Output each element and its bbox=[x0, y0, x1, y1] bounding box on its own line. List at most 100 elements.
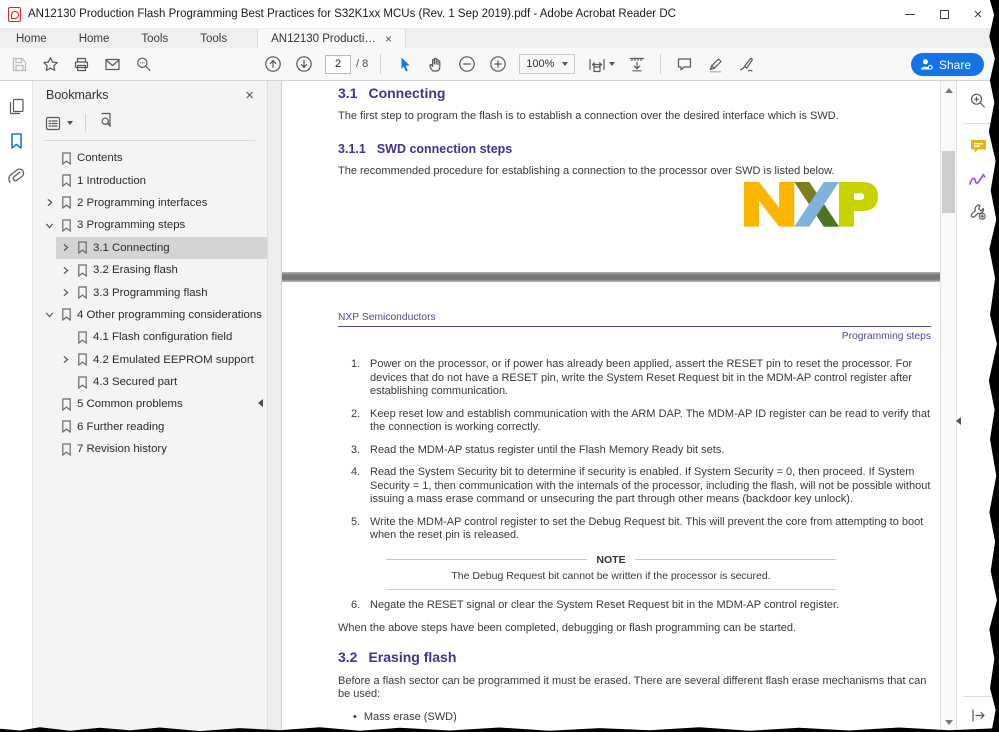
bookmark-item[interactable]: 3.2 Erasing flash bbox=[33, 259, 267, 281]
sign-tool-button[interactable] bbox=[731, 51, 762, 78]
bookmarks-panel-button[interactable] bbox=[5, 130, 27, 152]
bookmark-label: 3.3 Programming flash bbox=[93, 287, 208, 299]
bookmark-item[interactable]: 7 Revision history bbox=[33, 438, 267, 460]
bookmark-icon bbox=[8, 132, 25, 150]
scrollbar-thumb[interactable] bbox=[942, 151, 955, 213]
zoom-level-select[interactable]: 100% bbox=[519, 54, 575, 74]
next-page-button[interactable] bbox=[288, 51, 319, 78]
favorites-button[interactable] bbox=[35, 51, 66, 78]
search-button[interactable] bbox=[128, 51, 159, 78]
highlight-tool-button[interactable] bbox=[700, 51, 731, 78]
tab-document[interactable]: AN12130 Producti… × bbox=[257, 29, 406, 48]
numbered-step: 1.Power on the processor, or if power ha… bbox=[338, 358, 931, 399]
bookmark-icon bbox=[77, 331, 88, 344]
attachments-button[interactable] bbox=[5, 165, 27, 187]
comment-panel-button[interactable] bbox=[967, 135, 989, 157]
collapse-panel-arrow[interactable] bbox=[258, 399, 263, 407]
save-icon bbox=[11, 56, 28, 73]
zoom-out-button[interactable] bbox=[451, 51, 482, 78]
bookmarks-panel: Bookmarks × Contents1 Introduction2 Prog… bbox=[33, 81, 267, 732]
bookmark-item[interactable]: 4 Other programming considerations bbox=[33, 304, 267, 326]
section-heading-3-1: 3.1Connecting bbox=[338, 85, 931, 101]
numbered-step: 2.Keep reset low and establish communica… bbox=[338, 408, 931, 435]
bookmark-icon bbox=[61, 308, 72, 321]
tab-home-1[interactable]: Home bbox=[0, 29, 63, 48]
bookmark-item[interactable]: Contents bbox=[33, 147, 267, 169]
bookmark-item[interactable]: 3.1 Connecting bbox=[56, 237, 267, 259]
page-thumbnails-button[interactable] bbox=[5, 95, 27, 117]
bookmark-icon bbox=[77, 376, 88, 389]
comment-icon bbox=[676, 56, 693, 73]
bookmark-options-button[interactable] bbox=[45, 116, 73, 131]
bookmark-icon bbox=[61, 152, 72, 165]
select-tool-button[interactable] bbox=[389, 51, 420, 78]
chevron-right-icon[interactable] bbox=[61, 288, 70, 297]
hand-tool-button[interactable] bbox=[420, 51, 451, 78]
chevron-down-icon[interactable] bbox=[45, 221, 54, 230]
tab-tools-2[interactable]: Tools bbox=[184, 29, 243, 48]
bookmark-item[interactable]: 1 Introduction bbox=[33, 169, 267, 191]
chevron-down-icon[interactable] bbox=[45, 310, 54, 319]
comment-tool-button[interactable] bbox=[669, 51, 700, 78]
save-button[interactable] bbox=[4, 51, 35, 78]
print-button[interactable] bbox=[66, 51, 97, 78]
paperclip-icon bbox=[7, 167, 25, 185]
bookmark-item[interactable]: 3.3 Programming flash bbox=[33, 281, 267, 303]
step-text: Read the MDM-AP status register until th… bbox=[370, 444, 724, 458]
page-down-icon bbox=[295, 55, 313, 73]
paragraph: When the above steps have been completed… bbox=[338, 622, 931, 636]
main-area: Bookmarks × Contents1 Introduction2 Prog… bbox=[0, 81, 999, 732]
share-button[interactable]: Share bbox=[911, 53, 984, 76]
bookmark-item[interactable]: 2 Programming interfaces bbox=[33, 192, 267, 214]
right-rail-bottom bbox=[957, 696, 999, 726]
minimize-button[interactable] bbox=[893, 0, 927, 29]
vertical-scrollbar[interactable] bbox=[940, 81, 956, 732]
tab-close-icon[interactable]: × bbox=[385, 33, 392, 45]
chevron-right-icon[interactable] bbox=[61, 266, 70, 275]
chevron-right-icon[interactable] bbox=[61, 243, 70, 252]
zoom-in-button[interactable] bbox=[482, 51, 513, 78]
maximize-button[interactable] bbox=[927, 0, 961, 29]
bookmarks-close-button[interactable]: × bbox=[245, 88, 254, 103]
email-button[interactable] bbox=[97, 51, 128, 78]
chevron-right-icon[interactable] bbox=[45, 198, 54, 207]
page-header-rule bbox=[338, 326, 931, 327]
note-block: NOTE The Debug Request bit cannot be wri… bbox=[386, 554, 836, 590]
fill-sign-icon bbox=[968, 171, 988, 188]
expand-panel-button[interactable] bbox=[967, 704, 989, 726]
expand-current-bookmark-button[interactable] bbox=[98, 112, 115, 134]
document-viewport[interactable]: 3.1Connecting The first step to program … bbox=[281, 81, 940, 732]
paragraph: Before a flash sector can be programmed … bbox=[338, 675, 931, 702]
previous-page-button[interactable] bbox=[257, 51, 288, 78]
fill-sign-panel-button[interactable] bbox=[967, 168, 989, 190]
chevron-right-icon[interactable] bbox=[61, 355, 70, 364]
minimize-icon bbox=[905, 14, 915, 15]
scroll-down-arrow[interactable] bbox=[945, 720, 953, 725]
bookmark-item[interactable]: 6 Further reading bbox=[33, 416, 267, 438]
tab-tools-1[interactable]: Tools bbox=[125, 29, 184, 48]
more-tools-button[interactable] bbox=[967, 201, 989, 223]
numbered-step: 4.Read the System Security bit to determ… bbox=[338, 466, 931, 507]
bookmark-icon bbox=[61, 196, 72, 209]
close-button[interactable]: × bbox=[961, 0, 995, 29]
bookmark-item[interactable]: 5 Common problems bbox=[33, 393, 267, 415]
search-tool-button[interactable] bbox=[967, 90, 989, 112]
page-display-button[interactable] bbox=[621, 51, 652, 78]
bookmark-item[interactable]: 4.3 Secured part bbox=[33, 371, 267, 393]
bookmark-icon bbox=[61, 443, 72, 456]
email-icon bbox=[104, 56, 121, 73]
bookmark-label: 1 Introduction bbox=[77, 175, 146, 187]
bookmark-item[interactable]: 3 Programming steps bbox=[33, 214, 267, 236]
tab-home-2[interactable]: Home bbox=[63, 29, 126, 48]
bookmarks-panel-edge[interactable] bbox=[267, 81, 281, 732]
chevron-down-icon bbox=[609, 62, 615, 66]
bookmark-icon bbox=[61, 420, 72, 433]
collapse-right-panel-arrow[interactable] bbox=[956, 417, 961, 425]
paragraph: The recommended procedure for establishi… bbox=[338, 165, 931, 179]
bookmark-item[interactable]: 4.2 Emulated EEPROM support bbox=[33, 349, 267, 371]
bookmark-item[interactable]: 4.1 Flash configuration field bbox=[33, 326, 267, 348]
scroll-up-arrow[interactable] bbox=[945, 88, 953, 93]
page-number-input[interactable] bbox=[325, 55, 351, 74]
fit-width-button[interactable] bbox=[581, 51, 621, 78]
bookmark-label: 3.1 Connecting bbox=[93, 242, 170, 254]
